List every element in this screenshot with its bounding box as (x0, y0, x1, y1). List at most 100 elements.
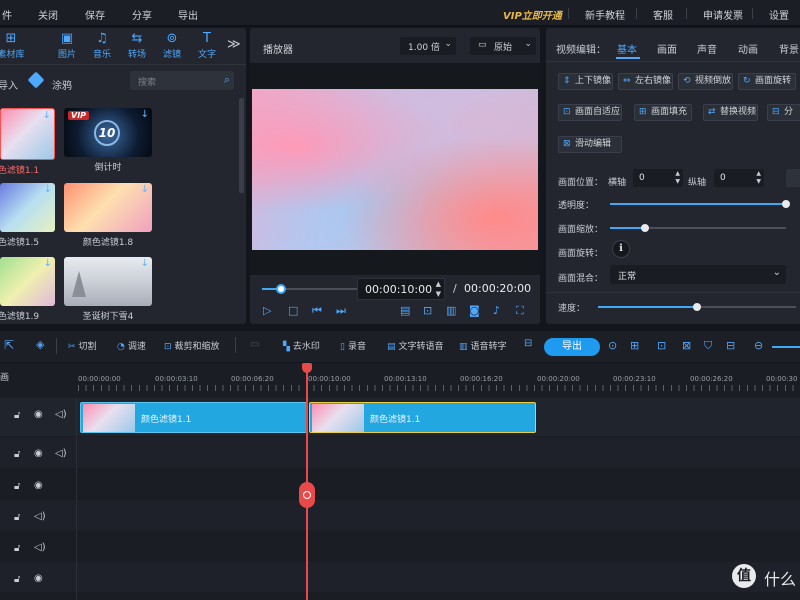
download-icon[interactable]: ↓ (141, 258, 149, 269)
x-position-input[interactable]: 0 ▲ ▼ (633, 169, 683, 187)
speech-to-text-button[interactable]: ▥ 语音转字 (459, 339, 507, 352)
stop-icon[interactable]: □ (288, 304, 298, 317)
menu-save[interactable]: 保存 (85, 7, 105, 22)
prev-frame-icon[interactable]: ⏮ (312, 304, 322, 318)
opacity-slider[interactable] (610, 200, 790, 208)
video-preview[interactable] (252, 89, 538, 250)
thumb-countdown[interactable]: VIP 10 ↓ (64, 108, 152, 157)
grid-icon[interactable]: ⊞ (630, 339, 639, 352)
search-input[interactable]: 搜索 ⌕ (130, 71, 234, 90)
replace-video-button[interactable]: ⇄ 替换视频 (703, 104, 758, 121)
lock-icon[interactable]: 🔓︎ (14, 574, 20, 585)
zoom-slider[interactable] (772, 346, 800, 348)
more-tabs-icon[interactable]: ≫ (227, 37, 241, 52)
marker-icon[interactable]: ◈ (36, 338, 44, 351)
speed-knob[interactable] (693, 303, 701, 311)
snapshot-icon[interactable]: ◙ (469, 304, 480, 317)
cut-button[interactable]: ✂ 切割 (68, 339, 97, 352)
tab-transitions[interactable]: ⇆ 转场 (123, 31, 151, 60)
menu-tutorial[interactable]: 新手教程 (585, 7, 625, 22)
shield-icon[interactable]: ⛉ (704, 339, 712, 353)
speaker-icon[interactable]: ◁) (55, 409, 67, 420)
speed-button[interactable]: ◔ 调速 (117, 339, 146, 352)
scale-slider[interactable] (610, 224, 786, 232)
lock-icon[interactable]: 🔓︎ (14, 410, 20, 421)
ratio-select[interactable]: ▭ 原始 ⌄ (470, 37, 536, 55)
eye-icon[interactable]: ◉ (34, 409, 43, 420)
slide-edit-button[interactable]: ⊠ 滑动编辑 (558, 136, 622, 153)
tab-background[interactable]: 背景 (779, 41, 799, 56)
menu-invoice[interactable]: 申请发票 (703, 7, 743, 22)
flip-horizontal-button[interactable]: ⇔ 左右镜像 (618, 73, 673, 90)
speaker-icon[interactable]: ◁) (34, 511, 46, 522)
tab-text[interactable]: T 文字 (193, 31, 221, 60)
crop-zoom-button[interactable]: ⊡ 裁剪和缩放 (164, 339, 220, 352)
pointer-icon[interactable]: ⇱ (4, 338, 14, 352)
y-position-input[interactable]: 0 ▲ ▼ (714, 169, 764, 187)
tab-animation[interactable]: 动画 (738, 41, 758, 56)
playhead-scrub-handle[interactable] (299, 482, 315, 508)
menu-file[interactable]: 件 (2, 7, 12, 22)
stepper-icon[interactable]: ▲ ▼ (756, 170, 761, 186)
menu-support[interactable]: 客服 (653, 7, 673, 22)
download-icon[interactable]: ↓ (141, 184, 149, 195)
settings-circle-icon[interactable]: ⊙ (608, 339, 617, 352)
rotate-info-icon[interactable]: ℹ (612, 240, 630, 258)
remove-watermark-button[interactable]: ▚ 去水印 (283, 339, 320, 352)
current-time-field[interactable]: 00:00:10:00 ▲ ▼ (357, 278, 445, 300)
timeline-clip-1[interactable]: 颜色滤镜1.1 (80, 402, 308, 433)
opacity-knob[interactable] (782, 200, 790, 208)
paint-button[interactable]: 涂鸦 (52, 77, 72, 92)
menu-settings[interactable]: 设置 (769, 7, 789, 22)
thumb-color-filter-1-5[interactable]: ↓ (0, 183, 55, 232)
time-stepper-icon[interactable]: ▲ ▼ (436, 279, 441, 299)
split-button[interactable]: ⊟ 分 (767, 104, 800, 121)
menu-close[interactable]: 关闭 (38, 7, 58, 22)
tab-images[interactable]: ▣ 图片 (53, 31, 81, 60)
search-icon[interactable]: ⌕ (224, 73, 230, 87)
play-icon[interactable]: ▷ (263, 304, 271, 317)
speed-slider[interactable] (598, 303, 796, 311)
tab-basic[interactable]: 基本 (617, 41, 637, 56)
next-frame-icon[interactable]: ⏭ (336, 304, 346, 318)
eye-icon[interactable]: ◉ (34, 573, 43, 584)
download-icon[interactable]: ↓ (141, 109, 149, 120)
thumb-color-filter-1-9[interactable]: ↓ (0, 257, 55, 306)
speaker-icon[interactable]: ◁) (34, 542, 46, 553)
tab-filters[interactable]: ⊚ 滤镜 (158, 31, 186, 60)
blend-mode-select[interactable]: 正常 ⌄ (610, 265, 786, 284)
eye-icon[interactable]: ◉ (34, 448, 43, 459)
crop-icon[interactable]: ⊡ (423, 304, 432, 317)
stepper-icon[interactable]: ▲ ▼ (675, 170, 680, 186)
reset-position-button[interactable] (786, 169, 800, 187)
reverse-video-button[interactable]: ⟲ 视频倒放 (678, 73, 733, 90)
tab-sound[interactable]: 声音 (697, 41, 717, 56)
flip-vertical-button[interactable]: ⇕ 上下镜像 (558, 73, 613, 90)
import-button[interactable]: 导入 (0, 77, 18, 92)
lock-icon[interactable]: 🔓︎ (14, 449, 20, 460)
timeline-clip-2[interactable]: 颜色滤镜1.1 (309, 402, 536, 433)
playback-knob[interactable] (276, 284, 286, 294)
fit-icon[interactable]: ⊟ (726, 339, 735, 352)
text-to-speech-button[interactable]: ▤ 文字转语音 (387, 339, 444, 352)
speaker-icon[interactable]: ◁) (55, 448, 67, 459)
export-button[interactable]: 导出 (544, 338, 600, 356)
lock-icon[interactable]: 🔓︎ (14, 481, 20, 492)
scale-knob[interactable] (641, 224, 650, 232)
lock-icon[interactable]: 🔓︎ (14, 543, 20, 554)
library-scrollbar[interactable] (239, 98, 244, 193)
playback-slider[interactable] (262, 284, 362, 294)
fullscreen-icon[interactable]: ⛶ (516, 304, 524, 318)
rotate-button[interactable]: ↻ 画面旋转 (738, 73, 796, 90)
auto-fit-button[interactable]: ⊡ 画面自适应 (558, 104, 622, 121)
record-button[interactable]: ▯ 录音 (340, 339, 366, 352)
tab-material-library[interactable]: ⊞ 素材库 (0, 31, 25, 60)
lock-icon[interactable]: 🔓︎ (14, 512, 20, 523)
stt-settings-icon[interactable]: ⊟ (524, 338, 532, 349)
menu-export[interactable]: 导出 (178, 7, 198, 22)
tab-picture[interactable]: 画面 (657, 41, 677, 56)
close-box-icon[interactable]: ⊠ (682, 339, 691, 352)
layout-icon[interactable]: ⊡ (657, 339, 666, 352)
eye-icon[interactable]: ◉ (34, 480, 43, 491)
download-icon[interactable]: ↓ (44, 258, 52, 269)
